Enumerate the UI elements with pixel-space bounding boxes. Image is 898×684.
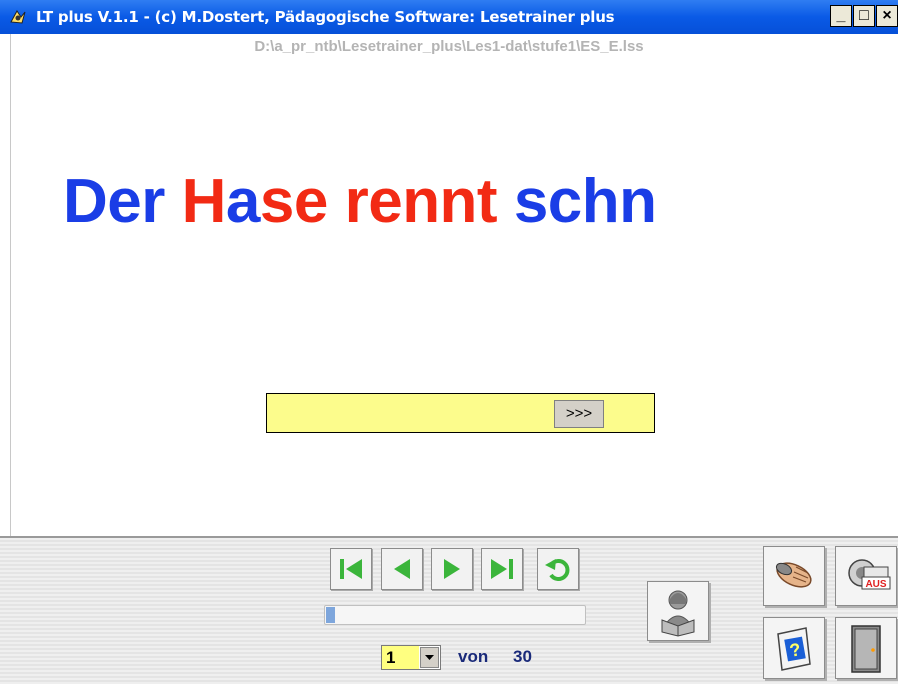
next-button[interactable]	[431, 548, 473, 590]
sentence-part: se	[259, 167, 345, 236]
help-icon: ?	[777, 627, 811, 671]
total-pages: 30	[513, 647, 532, 666]
sentence-part: a	[225, 167, 260, 236]
help-button[interactable]: ?	[763, 617, 825, 679]
chevron-down-icon	[425, 655, 434, 660]
next-icon	[444, 559, 460, 579]
sentence-part: H	[181, 167, 227, 236]
close-button[interactable]: ×	[876, 5, 898, 27]
maximize-icon: □	[859, 7, 869, 24]
minimize-button[interactable]: _	[830, 5, 852, 27]
exit-door-icon	[851, 625, 881, 673]
von-label: von	[458, 647, 489, 666]
progress-bar	[324, 605, 586, 625]
answer-input[interactable]: >>>	[266, 393, 655, 433]
first-icon	[340, 559, 362, 579]
previous-button[interactable]	[381, 548, 423, 590]
close-icon: ×	[882, 7, 892, 24]
sound-off-button[interactable]: AUS	[835, 546, 897, 606]
sentence-part: rennt	[344, 167, 514, 236]
minimize-icon: _	[836, 7, 846, 24]
window-title: LT plus V.1.1 - (c) M.Dostert, Pädagogis…	[36, 8, 615, 26]
sentence-part: Der	[63, 167, 182, 236]
hand-mouse-icon	[775, 562, 812, 588]
speaker-aus-icon: AUS	[848, 559, 891, 590]
title-bar: LT plus V.1.1 - (c) M.Dostert, Pädagogis…	[0, 0, 898, 34]
repeat-icon	[545, 559, 570, 581]
first-button[interactable]	[330, 548, 372, 590]
last-button[interactable]	[481, 548, 523, 590]
sound-off-label: AUS	[865, 579, 886, 590]
app-icon	[10, 10, 26, 24]
read-aloud-button[interactable]	[647, 581, 709, 641]
page-select-value: 1	[382, 646, 419, 669]
previous-icon	[394, 559, 410, 579]
reading-person-icon	[661, 590, 695, 637]
last-icon	[491, 559, 513, 579]
exit-button[interactable]	[835, 617, 897, 679]
submit-button[interactable]: >>>	[554, 400, 604, 428]
sentence-part: schn	[513, 167, 657, 236]
maximize-button[interactable]: □	[853, 5, 875, 27]
progress-fill	[326, 607, 335, 623]
reading-sentence: Der Hase rennt schn	[63, 166, 657, 237]
left-border	[10, 34, 11, 536]
dropdown-arrow-button[interactable]	[420, 647, 439, 668]
page-select[interactable]: 1	[381, 645, 441, 670]
file-path: D:\a_pr_ntb\Lesetrainer_plus\Les1-dat\st…	[254, 38, 644, 55]
repeat-button[interactable]	[537, 548, 579, 590]
mouse-mode-button[interactable]	[763, 546, 825, 606]
